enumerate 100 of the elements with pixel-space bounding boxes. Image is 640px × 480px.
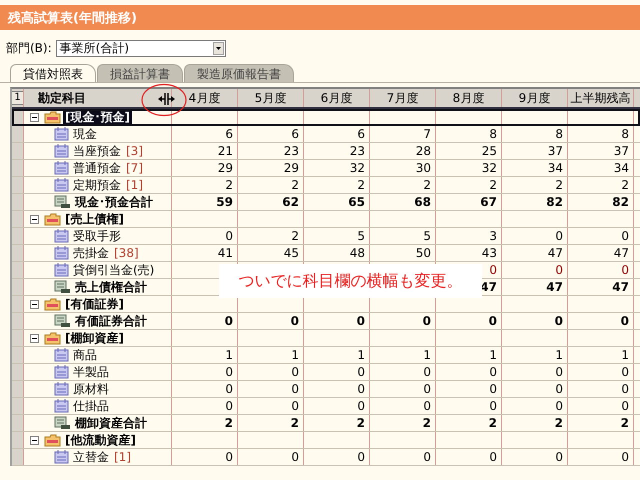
amount-cell: 0 xyxy=(620,314,629,328)
row-header-cell[interactable] xyxy=(12,245,24,261)
account-label[interactable]: 商品 xyxy=(71,347,97,363)
account-label[interactable]: 原材料 xyxy=(71,381,109,397)
amount-cell: 2 xyxy=(357,178,365,192)
amount-cell: 0 xyxy=(290,314,299,328)
tab[interactable]: 製造原価報告書 xyxy=(184,64,294,82)
row-header-cell[interactable] xyxy=(12,415,24,431)
row-header-cell[interactable] xyxy=(12,194,24,210)
row-header-cell[interactable] xyxy=(12,313,24,329)
row-header-cell[interactable] xyxy=(12,398,24,414)
ledger-icon xyxy=(54,161,69,175)
amount-cell: 29 xyxy=(284,161,299,175)
amount-cell: 0 xyxy=(488,314,497,328)
column-header[interactable]: 7月度 xyxy=(370,89,436,107)
folder-icon xyxy=(44,434,61,446)
row-header-cell[interactable] xyxy=(12,143,24,159)
account-label[interactable]: 棚卸資産合計 xyxy=(73,415,147,431)
column-header[interactable]: 上半期残高 xyxy=(568,89,634,107)
collapse-icon[interactable] xyxy=(30,214,39,224)
collapse-icon[interactable] xyxy=(30,112,39,122)
amount-cell: 65 xyxy=(348,195,365,209)
amount-cell: 0 xyxy=(357,365,365,379)
account-label[interactable]: 売掛金 xyxy=(71,245,109,261)
amount-cell: 0 xyxy=(555,450,563,464)
account-group-label[interactable]: [他流動資産] xyxy=(63,432,138,448)
account-group-label[interactable]: [売上債権] xyxy=(63,211,126,227)
collapse-icon[interactable] xyxy=(30,436,39,444)
row-header-cell[interactable] xyxy=(12,330,24,346)
column-header[interactable]: 9月度 xyxy=(502,89,568,107)
amount-cell: 5 xyxy=(357,229,365,243)
row-header-cell[interactable] xyxy=(12,279,24,295)
account-group-label[interactable]: [棚卸資産] xyxy=(63,330,126,346)
account-group-label[interactable]: [現金･預金] xyxy=(63,109,132,125)
row-header-cell[interactable] xyxy=(12,109,24,125)
amount-cell: 0 xyxy=(225,229,233,243)
account-label[interactable]: 半製品 xyxy=(71,364,109,380)
column-header[interactable]: 5月度 xyxy=(238,89,304,107)
amount-cell: 2 xyxy=(621,178,629,192)
account-label[interactable]: 普通預金 xyxy=(71,160,121,176)
department-dropdown[interactable]: 事業所(合計) xyxy=(56,40,226,56)
column-header[interactable]: 8月度 xyxy=(436,89,502,107)
collapse-icon[interactable] xyxy=(30,300,39,308)
ledger-icon xyxy=(54,399,69,413)
account-label[interactable]: 売上債権合計 xyxy=(73,279,147,295)
amount-cell: 30 xyxy=(416,161,431,175)
amount-cell: 1 xyxy=(489,348,497,362)
amount-cell: 34 xyxy=(614,161,629,175)
amount-cell: 0 xyxy=(423,399,431,413)
row-header-cell[interactable] xyxy=(12,211,24,227)
row-header-cell[interactable] xyxy=(12,228,24,244)
account-group-label[interactable]: [有価証券] xyxy=(63,296,126,312)
account-label[interactable]: 現金･預金合計 xyxy=(73,194,153,210)
column-header[interactable]: 6月度 xyxy=(304,89,370,107)
tab[interactable]: 損益計算書 xyxy=(97,64,183,82)
amount-cell: 0 xyxy=(291,382,299,396)
amount-cell: 0 xyxy=(489,365,497,379)
row-header-cell[interactable] xyxy=(12,364,24,380)
row-header-cell[interactable] xyxy=(12,126,24,142)
ledger-total-icon xyxy=(54,314,71,328)
amount-cell: 37 xyxy=(614,144,629,158)
row-header-cell[interactable] xyxy=(12,262,24,278)
account-label[interactable]: 有価証券合計 xyxy=(73,313,147,329)
account-label[interactable]: 受取手形 xyxy=(71,228,121,244)
amount-cell: 0 xyxy=(555,399,563,413)
account-label[interactable]: 当座預金 xyxy=(71,143,121,159)
row-number-header: 1 xyxy=(12,91,23,105)
amount-cell: 48 xyxy=(350,246,365,260)
folder-icon xyxy=(44,298,61,310)
row-header-cell[interactable] xyxy=(12,177,24,193)
row-header-cell[interactable] xyxy=(12,381,24,397)
row-header-cell[interactable] xyxy=(12,432,24,448)
amount-cell: 2 xyxy=(224,416,233,430)
amount-cell: 23 xyxy=(284,144,299,158)
account-label[interactable]: 立替金 xyxy=(71,449,109,465)
account-label[interactable]: 定期預金 xyxy=(71,177,121,193)
amount-cell: 0 xyxy=(621,450,629,464)
amount-cell: 0 xyxy=(357,399,365,413)
column-header[interactable]: 勘定科目 xyxy=(30,90,86,106)
account-label[interactable]: 仕掛品 xyxy=(71,398,109,414)
account-label[interactable]: 貸倒引当金(売) xyxy=(71,262,154,278)
amount-cell: 0 xyxy=(555,263,563,277)
amount-cell: 2 xyxy=(489,178,497,192)
amount-cell: 0 xyxy=(489,450,497,464)
amount-cell: 32 xyxy=(482,161,497,175)
row-header-cell[interactable] xyxy=(12,347,24,363)
amount-cell: 82 xyxy=(612,195,629,209)
amount-cell: 0 xyxy=(291,450,299,464)
row-header-cell[interactable] xyxy=(12,449,24,465)
amount-cell: 0 xyxy=(225,365,233,379)
row-header-cell[interactable] xyxy=(12,296,24,312)
tab[interactable]: 貸借対照表 xyxy=(10,64,96,82)
amount-cell: 59 xyxy=(216,195,233,209)
collapse-icon[interactable] xyxy=(30,334,39,342)
amount-cell: 0 xyxy=(621,382,629,396)
amount-cell: 0 xyxy=(489,382,497,396)
account-label[interactable]: 現金 xyxy=(71,126,97,142)
amount-cell: 2 xyxy=(423,178,431,192)
row-header-cell[interactable] xyxy=(12,160,24,176)
amount-cell: 6 xyxy=(357,127,365,141)
